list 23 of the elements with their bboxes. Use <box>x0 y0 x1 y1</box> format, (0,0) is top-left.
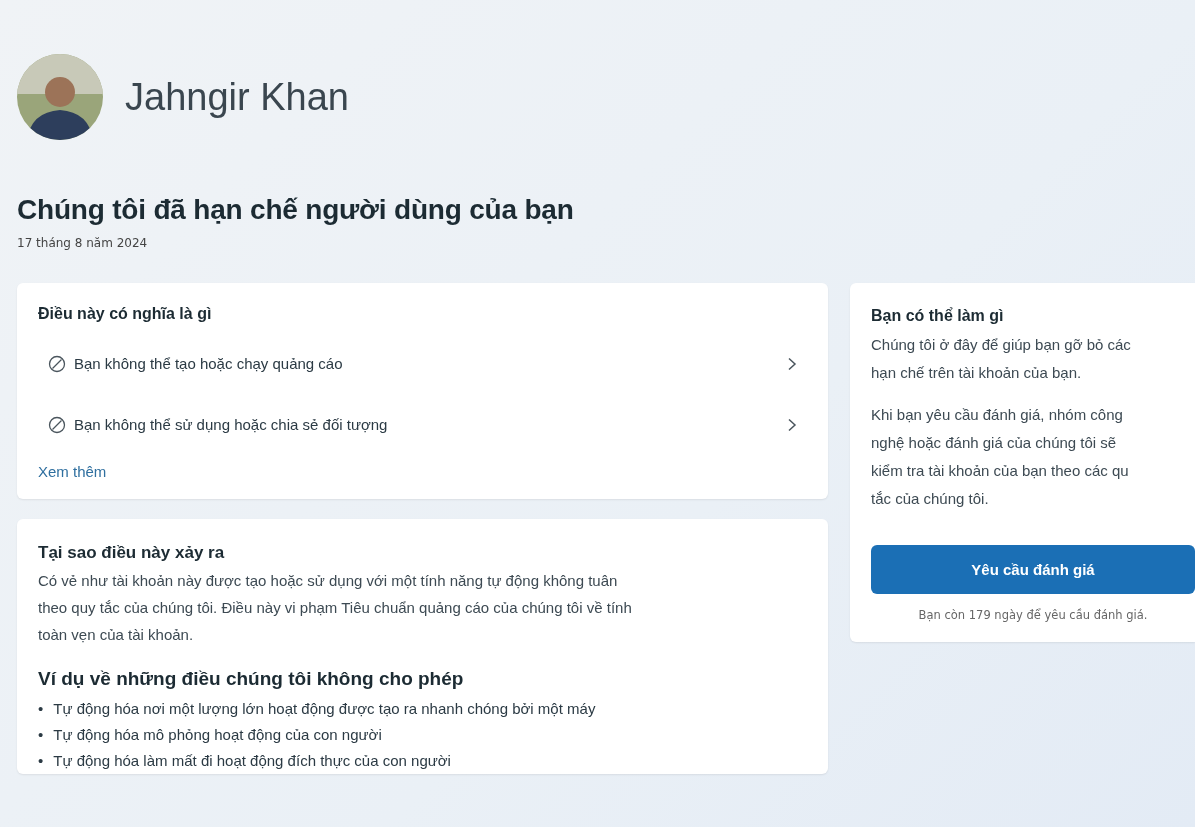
days-left-note: Bạn còn 179 ngày để yêu cầu đánh giá. <box>917 608 1149 622</box>
page-title: Chúng tôi đã hạn chế người dùng của bạn <box>17 194 575 226</box>
see-more-link[interactable]: Xem thêm <box>38 463 107 480</box>
restriction-item[interactable]: Bạn không thể tạo hoặc chạy quảng cáo <box>38 333 807 394</box>
action-paragraph: Khi bạn yêu cầu đánh giá, nhóm công nghệ hoặc đánh giá của chúng tôi sẽ kiểm tra tài khoản của bạn theo các qu tắc của chúng tôi. <box>871 405 1130 509</box>
example-item: Tự động hóa nơi một lượng lớn hoạt động được tạo ra nhanh chóng bởi một máy <box>53 700 596 718</box>
example-item: Tự động hóa mô phỏng hoạt động của con người <box>53 726 382 744</box>
card-title: Tại sao điều này xảy ra <box>38 543 226 563</box>
restriction-item[interactable]: Bạn không thể sử dụng hoặc chia sẻ đối tượng <box>38 394 807 455</box>
card-title: Bạn có thể làm gì <box>871 307 1005 325</box>
request-review-button[interactable]: Yêu cầu đánh giá <box>871 545 1195 594</box>
reason-paragraph: Có vẻ như tài khoản này được tạo hoặc sử dụng với một tính năng tự động không tuân theo quy tắc của chúng tôi. Điều này vi phạm Tiêu chuẩn quảng cáo của chúng tôi về tính toàn vẹn của tài khoản. <box>38 571 633 645</box>
card-title: Điều này có nghĩa là gì <box>38 305 213 323</box>
action-paragraph: Chúng tôi ở đây để giúp bạn gỡ bỏ các hạn chế trên tài khoản của bạn. <box>871 335 1132 383</box>
example-item: Tự động hóa làm mất đi hoạt động đích thực của con người <box>53 752 451 770</box>
prohibited-icon <box>48 354 66 373</box>
bullet-mark: • <box>38 726 44 744</box>
profile-name: Jahngir Khan <box>125 75 349 119</box>
bullet-mark: • <box>38 752 44 770</box>
date-text: 17 tháng 8 năm 2024 <box>17 236 149 250</box>
section-heading: Ví dụ về những điều chúng tôi không cho phép <box>38 668 465 690</box>
prohibited-icon <box>48 415 66 434</box>
bullet-mark: • <box>38 700 44 718</box>
